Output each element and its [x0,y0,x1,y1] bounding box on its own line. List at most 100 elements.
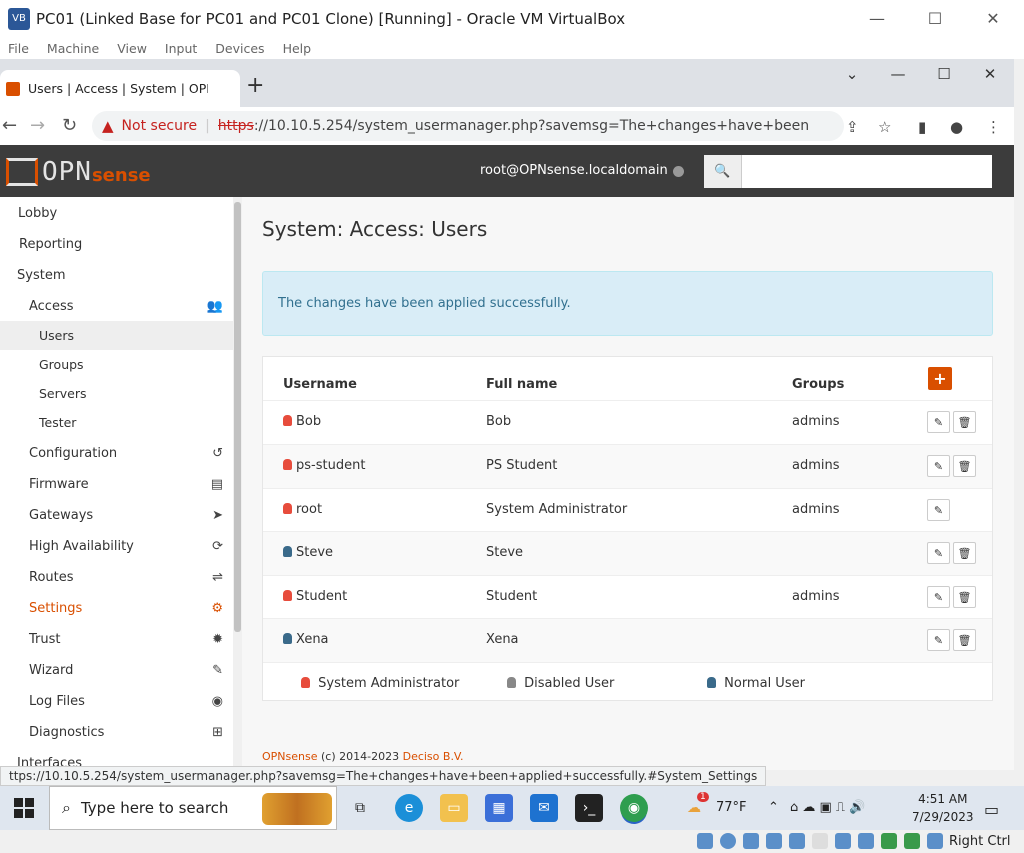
footer-company-link[interactable]: Deciso B.V. [403,750,464,763]
terminal-icon[interactable]: ›_ [575,794,603,822]
sidebar-item-configuration[interactable]: Configuration ↺ [0,438,233,469]
delete-trash-icon[interactable]: 🗑 [953,411,976,433]
edit-pencil-icon[interactable]: ✎ [927,411,950,433]
new-tab-button[interactable]: + [246,73,264,98]
address-bar[interactable]: ▲ Not secure | https://10.10.5.254/syste… [92,111,844,141]
tray-icons[interactable]: ⌂ ☁ ▣ ⎍ 🔊 [790,800,865,815]
edit-pencil-icon[interactable]: ✎ [927,586,950,608]
browser-close-button[interactable]: ✕ [970,65,1010,83]
edit-pencil-icon[interactable]: ✎ [927,455,950,477]
display-icon[interactable] [835,833,851,849]
logged-in-user[interactable]: root@OPNsense.localdomain [480,163,668,178]
edit-pencil-icon[interactable]: ✎ [927,542,950,564]
task-view-icon[interactable]: ⧉ [346,794,374,822]
address-row: ← → ↻ ▲ Not secure | https://10.10.5.254… [0,107,1014,145]
browser-minimize-button[interactable]: — [878,65,918,83]
maximize-button[interactable]: ☐ [906,0,964,37]
edge-icon[interactable]: e [395,794,423,822]
sidebar-item-system[interactable]: System [0,260,233,291]
sidebar: Lobby Reporting System Access 👥 Users Gr… [0,197,233,770]
kebab-menu-icon[interactable]: ⋮ [986,118,1001,136]
profile-avatar-icon[interactable]: ● [950,118,963,136]
scrollbar-thumb[interactable] [234,202,241,632]
search-input[interactable] [742,155,992,188]
menu-machine[interactable]: Machine [47,41,99,56]
optical-drive-icon[interactable] [720,833,736,849]
menu-view[interactable]: View [117,41,147,56]
sidebar-scrollbar[interactable] [233,197,242,770]
username-cell: Bob [283,414,321,429]
search-icon: ⌕ [62,798,71,817]
recording-icon[interactable] [858,833,874,849]
browser-maximize-button[interactable]: ☐ [924,65,964,83]
forward-arrow-icon[interactable]: → [30,115,45,136]
shared-folders-icon[interactable] [812,833,828,849]
menu-devices[interactable]: Devices [215,41,264,56]
add-user-button[interactable]: + [928,367,952,390]
not-secure-label[interactable]: Not secure [122,118,198,134]
sidebar-item-settings[interactable]: Settings ⚙ [0,593,233,624]
bookmark-star-icon[interactable]: ☆ [878,118,891,136]
chrome-icon[interactable]: ◉ [620,794,648,822]
taskbar-search[interactable]: ⌕ Type here to search [49,786,337,830]
delete-trash-icon[interactable]: 🗑 [953,455,976,477]
opnsense-logo[interactable]: OPN sense [6,157,151,187]
sidebar-item-routes[interactable]: Routes ⇌ [0,562,233,593]
sidebar-item-label: Log Files [29,694,85,709]
reload-icon[interactable]: ↻ [62,115,77,136]
hard-disk-icon[interactable] [697,833,713,849]
browser-tab[interactable]: Users | Access | System | OPNsense [0,70,240,107]
close-button[interactable]: ✕ [964,0,1022,37]
sidebar-item-trust[interactable]: Trust ✹ [0,624,233,655]
sidebar-item-tester[interactable]: Tester [0,408,233,437]
sidebar-item-servers[interactable]: Servers [0,379,233,408]
microsoft-store-icon[interactable]: ▦ [485,794,513,822]
share-icon[interactable]: ⇪ [846,118,859,136]
network-icon[interactable] [766,833,782,849]
system-clock[interactable]: 4:51 AM 7/29/2023 [912,790,974,826]
guest-additions-icon[interactable] [904,833,920,849]
edit-pencil-icon[interactable]: ✎ [927,629,950,651]
delete-trash-icon[interactable]: 🗑 [953,586,976,608]
mail-icon[interactable]: ✉ [530,794,558,822]
delete-trash-icon[interactable]: 🗑 [953,542,976,564]
delete-trash-icon[interactable]: 🗑 [953,629,976,651]
sidebar-item-reporting[interactable]: Reporting [0,229,233,260]
admin-user-icon [283,459,292,470]
windows-start-icon[interactable] [14,798,34,818]
menu-input[interactable]: Input [165,41,197,56]
side-panel-icon[interactable]: ▮ [918,118,926,136]
mouse-capture-icon[interactable] [927,833,943,849]
sidebar-item-firmware[interactable]: Firmware ▤ [0,469,233,500]
url-text[interactable]: https://10.10.5.254/system_usermanager.p… [218,118,808,134]
menu-file[interactable]: File [8,41,29,56]
sidebar-item-wizard[interactable]: Wizard ✎ [0,655,233,686]
sidebar-item-diagnostics[interactable]: Diagnostics ⊞ [0,717,233,748]
sidebar-item-access[interactable]: Access 👥 [0,291,233,322]
sidebar-item-high-availability[interactable]: High Availability ⟳ [0,531,233,562]
normal-user-icon [707,677,716,688]
cpu-icon[interactable] [881,833,897,849]
notifications-icon[interactable]: ▭ [984,800,999,819]
tray-chevron-icon[interactable]: ⌃ [768,800,779,815]
sidebar-item-log-files[interactable]: Log Files ◉ [0,686,233,717]
url-rest: ://10.10.5.254/system_usermanager.php?sa… [253,118,808,134]
audio-icon[interactable] [743,833,759,849]
sidebar-item-groups[interactable]: Groups [0,350,233,379]
sidebar-item-gateways[interactable]: Gateways ➤ [0,500,233,531]
footer-brand-link[interactable]: OPNsense [262,750,318,763]
firmware-icon: ▤ [210,477,223,492]
legend-admin: System Administrator [301,676,459,691]
tab-search-chevron-icon[interactable]: ⌄ [832,65,872,83]
weather-temp[interactable]: 77°F [716,800,747,815]
minimize-button[interactable]: — [848,0,906,37]
sidebar-item-lobby[interactable]: Lobby [0,198,233,229]
username: Bob [296,414,322,429]
back-arrow-icon[interactable]: ← [2,115,17,136]
file-explorer-icon[interactable]: ▭ [440,794,468,822]
menu-help[interactable]: Help [283,41,312,56]
sidebar-item-users[interactable]: Users [0,321,233,350]
edit-pencil-icon[interactable]: ✎ [927,499,950,521]
sidebar-item-label: Users [39,328,75,343]
usb-icon[interactable] [789,833,805,849]
